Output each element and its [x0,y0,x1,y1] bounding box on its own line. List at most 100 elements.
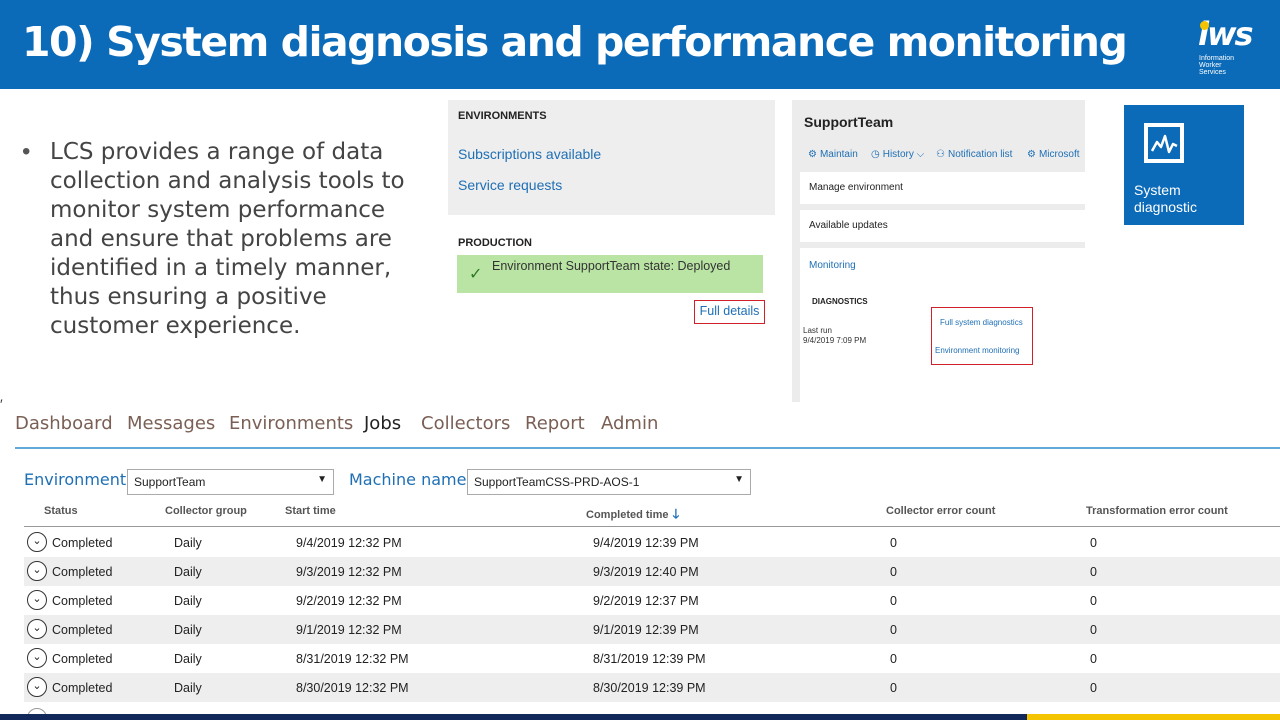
cell-transformation-error-count: 0 [1090,623,1097,637]
header-collector-error-count[interactable]: Collector error count [886,505,995,517]
check-icon: ✓ [469,266,483,283]
cell-status: Completed [52,623,113,637]
jobs-table: Status Collector group Start time Comple… [24,500,1280,720]
table-header: Status Collector group Start time Comple… [24,500,1280,527]
nav-divider [15,447,1280,449]
table-body: ⌄ Completed Daily 9/4/2019 12:32 PM 9/4/2019… [24,528,1280,702]
chevron-down-icon: ⌵ [913,149,925,160]
cell-start-time: 9/4/2019 12:32 PM [296,536,402,550]
expand-chevron-icon[interactable]: ⌄ [27,532,47,552]
diagnostics-highlight: Full system diagnostics Environment moni… [931,307,1033,365]
cell-collector-error-count: 0 [890,536,897,550]
gear-icon: ⚙ [1027,149,1036,160]
environment-status-text: Environment SupportTeam state: Deployed [492,259,731,273]
nav-admin[interactable]: Admin [601,413,658,434]
cell-completed-time: 9/1/2019 12:39 PM [593,623,699,637]
expand-chevron-icon[interactable]: ⌄ [27,648,47,668]
header-transformation-error-count[interactable]: Transformation error count [1086,505,1228,517]
header-status[interactable]: Status [44,505,78,517]
cell-completed-time: 9/3/2019 12:40 PM [593,565,699,579]
nav-dashboard[interactable]: Dashboard [15,413,113,434]
people-icon: ⚇ [936,149,945,160]
cell-start-time: 9/1/2019 12:32 PM [296,623,402,637]
cell-start-time: 9/2/2019 12:32 PM [296,594,402,608]
manage-environment-label: Manage environment [809,182,903,193]
cell-collector-error-count: 0 [890,623,897,637]
available-updates-card[interactable]: Available updates [800,210,1085,242]
last-run-label: Last run [803,326,832,335]
expand-chevron-icon[interactable]: ⌄ [27,619,47,639]
nav-environments[interactable]: Environments [229,413,353,434]
table-row[interactable]: ⌄ Completed Daily 9/3/2019 12:32 PM 9/3/2019… [24,557,1280,586]
header-start-time[interactable]: Start time [285,505,336,517]
expand-chevron-icon[interactable]: ⌄ [27,561,47,581]
clock-icon: ◷ [871,149,880,160]
cell-collector-group: Daily [174,623,202,637]
nav-report[interactable]: Report [525,413,585,434]
cell-status: Completed [52,536,113,550]
expand-chevron-icon[interactable]: ⌄ [27,677,47,697]
supportteam-toolbar: ⚙ Maintain ◷ History ⌵ ⚇ Notification list … [808,149,1085,163]
table-row[interactable]: ⌄ Completed Daily 8/30/2019 12:32 PM 8/30/20… [24,673,1280,702]
cell-completed-time: 9/2/2019 12:37 PM [593,594,699,608]
table-row[interactable]: ⌄ Completed Daily 9/2/2019 12:32 PM 9/2/2019… [24,586,1280,615]
header-collector-group[interactable]: Collector group [165,505,247,517]
notification-list-menu[interactable]: ⚇ Notification list [936,149,1012,160]
logo-subtitle: Information Worker Services [1199,55,1235,76]
supportteam-title: SupportTeam [804,114,894,130]
production-heading: PRODUCTION [458,237,532,249]
last-run-value: 9/4/2019 7:09 PM [803,336,867,345]
cell-collector-error-count: 0 [890,565,897,579]
table-row[interactable]: ⌄ Completed Daily 9/1/2019 12:32 PM 9/1/2019… [24,615,1280,644]
manage-environment-card[interactable]: Manage environment [800,172,1085,204]
bullet-icon: • [22,138,31,165]
history-menu[interactable]: ◷ History ⌵ [871,149,924,160]
footer-accent-bar [1027,714,1280,720]
maintain-menu[interactable]: ⚙ Maintain [808,149,858,160]
title-band: 10) System diagnosis and performance mon… [0,0,1280,89]
table-row[interactable]: ⌄ Completed Daily 9/4/2019 12:32 PM 9/4/2019… [24,528,1280,557]
cell-transformation-error-count: 0 [1090,594,1097,608]
header-completed-time[interactable]: Completed time 🡓 [586,505,679,527]
dropdown-arrow-icon: ▼ [317,474,327,485]
dropdown-arrow-icon: ▼ [734,474,744,485]
microsoft-menu[interactable]: ⚙ Microsoft [1027,149,1080,160]
cell-collector-error-count: 0 [890,594,897,608]
environment-select[interactable]: SupportTeam ▼ [127,469,334,495]
footer-bar [0,714,1027,720]
cell-collector-error-count: 0 [890,681,897,695]
nav-jobs[interactable]: Jobs [364,413,401,434]
machine-name-select[interactable]: SupportTeamCSS-PRD-AOS-1 ▼ [467,469,751,495]
table-row[interactable]: ⌄ Completed Daily 8/31/2019 12:32 PM 8/31/20… [24,644,1280,673]
cell-start-time: 9/3/2019 12:32 PM [296,565,402,579]
nav-collectors[interactable]: Collectors [421,413,510,434]
full-details-link[interactable]: Full details [694,300,765,324]
cell-start-time: 8/31/2019 12:32 PM [296,652,409,666]
cell-completed-time: 9/4/2019 12:39 PM [593,536,699,550]
expand-chevron-icon[interactable]: ⌄ [27,590,47,610]
bullet-text: LCS provides a range of data collection … [50,139,405,339]
cell-transformation-error-count: 0 [1090,681,1097,695]
environment-monitoring-link[interactable]: Environment monitoring [935,346,1019,355]
cell-status: Completed [52,565,113,579]
cell-collector-group: Daily [174,565,202,579]
cell-collector-group: Daily [174,681,202,695]
environments-heading: ENVIRONMENTS [458,110,547,122]
cell-start-time: 8/30/2019 12:32 PM [296,681,409,695]
full-system-diagnostics-link[interactable]: Full system diagnostics [940,318,1023,327]
diagnostics-heading: DIAGNOSTICS [812,297,868,306]
nav-messages[interactable]: Messages [127,413,215,434]
cell-collector-group: Daily [174,536,202,550]
cell-status: Completed [52,652,113,666]
wrench-icon: ⚙ [808,149,817,160]
monitoring-link[interactable]: Monitoring [809,260,856,271]
cell-transformation-error-count: 0 [1090,536,1097,550]
monitoring-card: Monitoring DIAGNOSTICS Full system diagn… [800,248,1085,402]
subscriptions-available-link[interactable]: Subscriptions available [458,146,601,162]
cell-collector-group: Daily [174,594,202,608]
cell-completed-time: 8/30/2019 12:39 PM [593,681,706,695]
cell-status: Completed [52,681,113,695]
monitor-chart-icon [1144,123,1184,163]
service-requests-link[interactable]: Service requests [458,177,562,193]
system-diagnostic-tile[interactable]: System diagnostic [1124,105,1244,225]
